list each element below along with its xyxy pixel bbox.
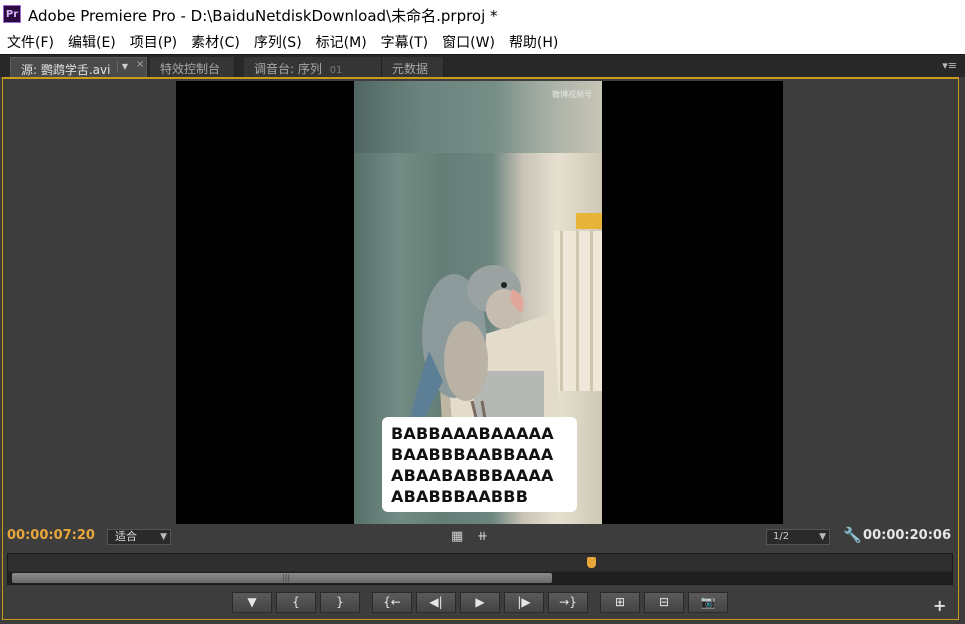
scroll-grip-icon: ||| — [282, 573, 291, 582]
tab-audio-mixer-label: 调音台: 序列 — [254, 62, 322, 76]
menu-title[interactable]: 字幕(T) — [374, 32, 435, 52]
menu-marker[interactable]: 标记(M) — [309, 32, 374, 52]
menu-help[interactable]: 帮助(H) — [502, 32, 565, 52]
audio-waveform-icon[interactable]: ⧺ — [477, 529, 488, 544]
duration-timecode: 00:00:20:06 — [863, 528, 951, 543]
tab-effect-controls-label: 特效控制台 — [160, 62, 221, 76]
settings-wrench-icon[interactable]: 🔧 — [843, 526, 862, 544]
chevron-down-icon: ▼ — [160, 532, 167, 542]
menu-project[interactable]: 项目(P) — [123, 32, 184, 52]
source-monitor-panel: 源: 鹦鹉学舌.avi ▼ × 特效控制台 调音台: 序列 01 元数据 ▾≡ — [0, 54, 965, 624]
tab-close-icon[interactable]: × — [136, 59, 144, 70]
meme-caption-line: ABAABABBBAAAA — [391, 466, 554, 485]
step-back-button[interactable]: ◀| — [416, 592, 456, 613]
window-title-bar: Pr Adobe Premiere Pro - D:\BaiduNetdiskD… — [0, 0, 965, 30]
panel-menu-icon[interactable]: ▾≡ — [942, 59, 957, 72]
mark-in-button[interactable]: { — [276, 592, 316, 613]
video-viewer[interactable]: 微博视频号 BABBAAABAAAAA BAABBBAABBAAA ABAABA… — [176, 81, 783, 524]
menu-clip[interactable]: 素材(C) — [184, 32, 247, 52]
zoom-fit-select[interactable]: 适合 ▼ — [107, 529, 171, 545]
menu-sequence[interactable]: 序列(S) — [247, 32, 309, 52]
go-to-in-button[interactable]: {← — [372, 592, 412, 613]
tab-effect-controls[interactable]: 特效控制台 — [150, 57, 235, 77]
go-to-out-button[interactable]: →} — [548, 592, 588, 613]
video-watermark: 微博视频号 — [552, 90, 592, 99]
playhead[interactable] — [587, 557, 596, 568]
current-timecode[interactable]: 00:00:07:20 — [7, 528, 95, 543]
tab-audio-mixer[interactable]: 调音台: 序列 01 — [244, 57, 382, 77]
step-forward-button[interactable]: |▶ — [504, 592, 544, 613]
tab-audio-mixer-sequence-number: 01 — [329, 65, 343, 76]
zoom-scroll-thumb[interactable]: ||| — [12, 573, 552, 583]
tab-source[interactable]: 源: 鹦鹉学舌.avi ▼ — [10, 57, 147, 77]
menu-file[interactable]: 文件(F) — [0, 32, 61, 52]
tab-source-dropdown-icon[interactable]: ▼ — [117, 61, 132, 73]
chevron-down-icon: ▼ — [819, 532, 826, 542]
menu-window[interactable]: 窗口(W) — [435, 32, 502, 52]
window-title: Adobe Premiere Pro - D:\BaiduNetdiskDown… — [28, 7, 498, 25]
filmstrip-icon[interactable]: ▦ — [451, 529, 463, 544]
playback-resolution-select[interactable]: 1/2 ▼ — [766, 529, 830, 545]
mark-out-button[interactable]: } — [320, 592, 360, 613]
playback-resolution-value: 1/2 — [773, 531, 790, 542]
tab-metadata-label: 元数据 — [392, 62, 429, 76]
video-frame: 微博视频号 BABBAAABAAAAA BAABBBAABBAAA ABAABA… — [354, 81, 602, 524]
menu-edit[interactable]: 编辑(E) — [61, 32, 123, 52]
export-frame-button[interactable]: 📷 — [688, 592, 728, 613]
source-timeline[interactable]: ||| — [7, 553, 953, 585]
menu-bar: 文件(F) 编辑(E) 项目(P) 素材(C) 序列(S) 标记(M) 字幕(T… — [0, 30, 965, 54]
tab-metadata[interactable]: 元数据 — [382, 57, 444, 77]
zoom-fit-value: 适合 — [115, 530, 137, 543]
play-button[interactable]: ▶ — [460, 592, 500, 613]
add-button-icon[interactable]: + — [933, 596, 946, 615]
insert-button[interactable]: ⊞ — [600, 592, 640, 613]
overlay-button[interactable]: ⊟ — [644, 592, 684, 613]
timeline-zoom-scrollbar[interactable]: ||| — [8, 572, 952, 584]
meme-caption-line: ABABBBAABBB — [391, 487, 529, 506]
set-marker-button[interactable]: ▼ — [232, 592, 272, 613]
meme-caption-line: BAABBBAABBAAA — [391, 445, 554, 464]
time-ruler[interactable] — [8, 554, 952, 571]
premiere-app-icon: Pr — [3, 5, 21, 23]
meme-caption-box: BABBAAABAAAAA BAABBBAABBAAA ABAABABBBAAA… — [382, 417, 577, 512]
panel-tab-bar: 源: 鹦鹉学舌.avi ▼ × 特效控制台 调音台: 序列 01 元数据 ▾≡ — [0, 55, 965, 77]
meme-caption-line: BABBAAABAAAAA — [391, 424, 554, 443]
tab-source-label: 源: 鹦鹉学舌.avi — [21, 63, 111, 77]
